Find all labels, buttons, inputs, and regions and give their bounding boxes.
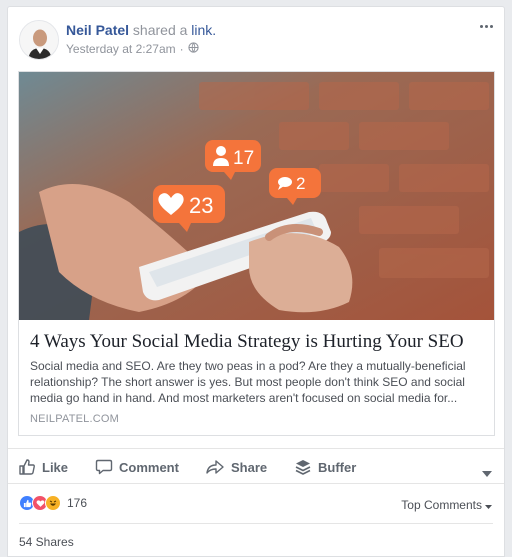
like-button[interactable]: Like xyxy=(18,458,68,476)
shares-count[interactable]: 54 Shares xyxy=(19,535,74,549)
buffer-stack-icon xyxy=(294,458,312,476)
haha-reaction-icon xyxy=(45,495,61,511)
more-options-icon[interactable] xyxy=(478,19,494,33)
preview-domain: NEILPATEL.COM xyxy=(30,413,119,425)
svg-text:2: 2 xyxy=(296,174,305,193)
post-meta: Yesterday at 2:27am · xyxy=(66,42,199,56)
meta-separator: · xyxy=(179,42,184,56)
preview-image[interactable]: 23 17 2 xyxy=(19,72,494,320)
post-header: Neil Patel shared a link. xyxy=(66,22,216,38)
shared-link[interactable]: link. xyxy=(191,22,216,38)
comment-button[interactable]: Comment xyxy=(95,458,179,476)
svg-text:23: 23 xyxy=(189,193,213,218)
share-label: Share xyxy=(231,459,268,475)
divider xyxy=(19,523,493,524)
share-arrow-icon xyxy=(205,458,225,476)
link-preview[interactable]: 23 17 2 4 Ways Your Social Media Strateg… xyxy=(18,71,495,436)
preview-description: Social media and SEO. Are they two peas … xyxy=(30,359,466,405)
action-bar: Like Comment Share Buffer xyxy=(8,448,504,484)
buffer-button[interactable]: Buffer xyxy=(294,458,356,476)
svg-text:17: 17 xyxy=(233,148,254,169)
reactions-summary[interactable]: 176 xyxy=(19,495,87,511)
comment-sort-dropdown[interactable]: Top Comments xyxy=(401,498,492,512)
thumbs-up-icon xyxy=(18,458,36,476)
chevron-down-icon[interactable] xyxy=(482,464,492,482)
preview-title[interactable]: 4 Ways Your Social Media Strategy is Hur… xyxy=(30,331,490,353)
comment-label: Comment xyxy=(119,459,179,475)
caret-down-icon xyxy=(485,498,492,512)
reaction-count[interactable]: 176 xyxy=(67,496,87,510)
author-avatar[interactable] xyxy=(19,20,59,60)
action-text: shared a xyxy=(132,22,188,38)
buffer-label: Buffer xyxy=(318,459,357,475)
author-name[interactable]: Neil Patel xyxy=(66,22,129,38)
comment-bubble-icon xyxy=(95,458,113,476)
post-timestamp[interactable]: Yesterday at 2:27am xyxy=(66,42,176,56)
like-label: Like xyxy=(42,459,69,475)
comment-sort-label: Top Comments xyxy=(401,498,482,512)
share-button[interactable]: Share xyxy=(205,458,267,476)
post-card: Neil Patel shared a link. Yesterday at 2… xyxy=(7,6,505,557)
public-globe-icon[interactable] xyxy=(188,42,199,56)
